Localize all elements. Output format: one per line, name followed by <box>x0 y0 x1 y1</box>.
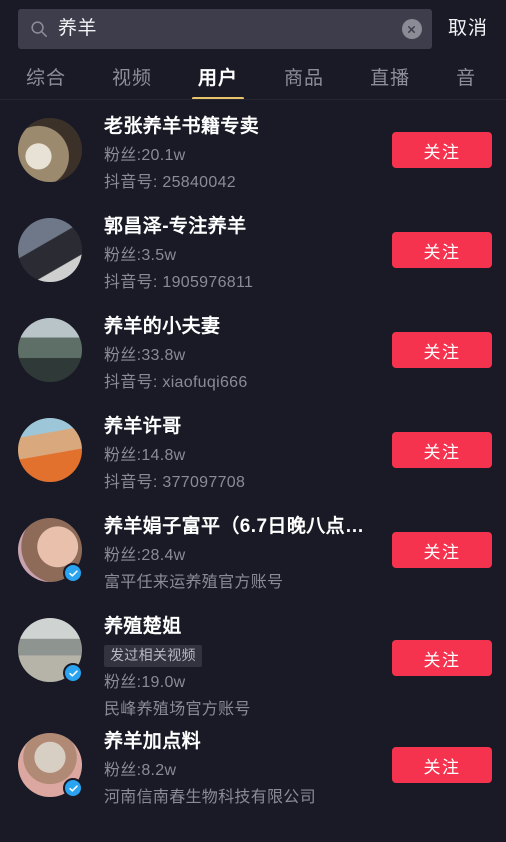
tab-label: 音 <box>456 68 477 89</box>
avatar-image <box>18 218 82 282</box>
user-name: 养殖楚姐 <box>104 616 182 637</box>
user-info: 老张养羊书籍专卖 粉丝:20.1w 抖音号: 25840042 <box>82 100 392 194</box>
list-item[interactable]: 郭昌泽-专注养羊 粉丝:3.5w 抖音号: 1905976811 关注 <box>0 200 506 300</box>
tab-label: 用户 <box>198 68 239 89</box>
tab-users[interactable]: 用户 <box>192 68 245 100</box>
tab-live[interactable]: 直播 <box>370 68 410 100</box>
verified-badge-icon <box>63 778 83 798</box>
avatar[interactable] <box>18 318 82 382</box>
tab-label: 直播 <box>370 68 411 89</box>
user-fans: 粉丝:33.8w <box>104 347 186 364</box>
avatar[interactable] <box>18 418 82 482</box>
follow-button[interactable]: 关注 <box>392 532 492 568</box>
tab-video[interactable]: 视频 <box>112 68 152 100</box>
user-info: 养羊加点料 粉丝:8.2w 河南信南春生物科技有限公司 <box>82 715 392 809</box>
verified-badge-icon <box>63 563 83 583</box>
related-video-tag: 发过相关视频 <box>104 645 202 667</box>
user-name: 养羊加点料 <box>104 731 202 752</box>
user-id: 抖音号: 1905976811 <box>104 274 254 291</box>
avatar[interactable] <box>18 518 83 583</box>
user-name: 郭昌泽-专注养羊 <box>104 216 247 237</box>
user-fans: 粉丝:19.0w <box>104 674 186 691</box>
user-fans: 粉丝:28.4w <box>104 547 186 564</box>
user-name: 养羊许哥 <box>104 416 182 437</box>
user-info: 养羊娟子富平（6.7日晚八点… 粉丝:28.4w 富平任来运养殖官方账号 <box>82 500 392 594</box>
user-name: 老张养羊书籍专卖 <box>104 116 260 137</box>
list-item[interactable]: 养羊娟子富平（6.7日晚八点… 粉丝:28.4w 富平任来运养殖官方账号 关注 <box>0 500 506 600</box>
tab-products[interactable]: 商品 <box>284 68 324 100</box>
follow-button[interactable]: 关注 <box>392 640 492 676</box>
user-id: 抖音号: 25840042 <box>104 174 236 191</box>
user-description: 富平任来运养殖官方账号 <box>104 574 284 591</box>
avatar-image <box>18 418 82 482</box>
user-description: 河南信南春生物科技有限公司 <box>104 789 316 806</box>
avatar-image <box>18 118 82 182</box>
list-item[interactable]: 养羊许哥 粉丝:14.8w 抖音号: 377097708 关注 <box>0 400 506 500</box>
user-id: 抖音号: 377097708 <box>104 474 246 491</box>
tab-label: 视频 <box>112 68 153 89</box>
tab-comprehensive[interactable]: 综合 <box>26 68 66 100</box>
search-users-screen: 养羊 取消 综合 视频 用户 商品 直播 音 老张养羊书籍专卖 粉丝:20.1w… <box>0 0 506 842</box>
user-name: 养羊娟子富平（6.7日晚八点… <box>104 516 365 537</box>
search-input-value: 养羊 <box>58 18 98 39</box>
user-info: 养羊的小夫妻 粉丝:33.8w 抖音号: xiaofuqi666 <box>82 300 392 394</box>
avatar[interactable] <box>18 618 83 683</box>
user-info: 郭昌泽-专注养羊 粉丝:3.5w 抖音号: 1905976811 <box>82 200 392 294</box>
list-item[interactable]: 养殖楚姐 发过相关视频 粉丝:19.0w 民峰养殖场官方账号 关注 <box>0 600 506 718</box>
follow-button[interactable]: 关注 <box>392 232 492 268</box>
user-name: 养羊的小夫妻 <box>104 316 221 337</box>
user-info: 养羊许哥 粉丝:14.8w 抖音号: 377097708 <box>82 400 392 494</box>
tab-music[interactable]: 音 <box>456 68 476 100</box>
tab-label: 综合 <box>26 68 67 89</box>
follow-button[interactable]: 关注 <box>392 132 492 168</box>
avatar[interactable] <box>18 218 82 282</box>
user-fans: 粉丝:8.2w <box>104 762 177 779</box>
avatar-image <box>18 318 82 382</box>
user-id: 抖音号: xiaofuqi666 <box>104 374 248 391</box>
list-item[interactable]: 老张养羊书籍专卖 粉丝:20.1w 抖音号: 25840042 关注 <box>0 100 506 200</box>
follow-button[interactable]: 关注 <box>392 332 492 368</box>
user-info: 养殖楚姐 发过相关视频 粉丝:19.0w 民峰养殖场官方账号 <box>82 600 392 721</box>
tab-label: 商品 <box>284 68 325 89</box>
tab-bar: 综合 视频 用户 商品 直播 音 <box>0 56 506 100</box>
list-item[interactable]: 养羊加点料 粉丝:8.2w 河南信南春生物科技有限公司 关注 <box>0 715 506 815</box>
avatar[interactable] <box>18 118 82 182</box>
search-input[interactable]: 养羊 <box>18 9 432 49</box>
user-fans: 粉丝:20.1w <box>104 147 186 164</box>
user-results-list[interactable]: 老张养羊书籍专卖 粉丝:20.1w 抖音号: 25840042 关注 郭昌泽-专… <box>0 100 506 842</box>
follow-button[interactable]: 关注 <box>392 747 492 783</box>
user-fans: 粉丝:14.8w <box>104 447 186 464</box>
clear-search-icon[interactable] <box>401 19 422 39</box>
avatar[interactable] <box>18 733 83 798</box>
cancel-button[interactable]: 取消 <box>432 17 494 41</box>
search-header: 养羊 取消 <box>0 0 506 56</box>
verified-badge-icon <box>63 663 83 683</box>
user-fans: 粉丝:3.5w <box>104 247 177 264</box>
list-item[interactable]: 养羊的小夫妻 粉丝:33.8w 抖音号: xiaofuqi666 关注 <box>0 300 506 400</box>
follow-button[interactable]: 关注 <box>392 432 492 468</box>
search-icon <box>30 20 48 38</box>
